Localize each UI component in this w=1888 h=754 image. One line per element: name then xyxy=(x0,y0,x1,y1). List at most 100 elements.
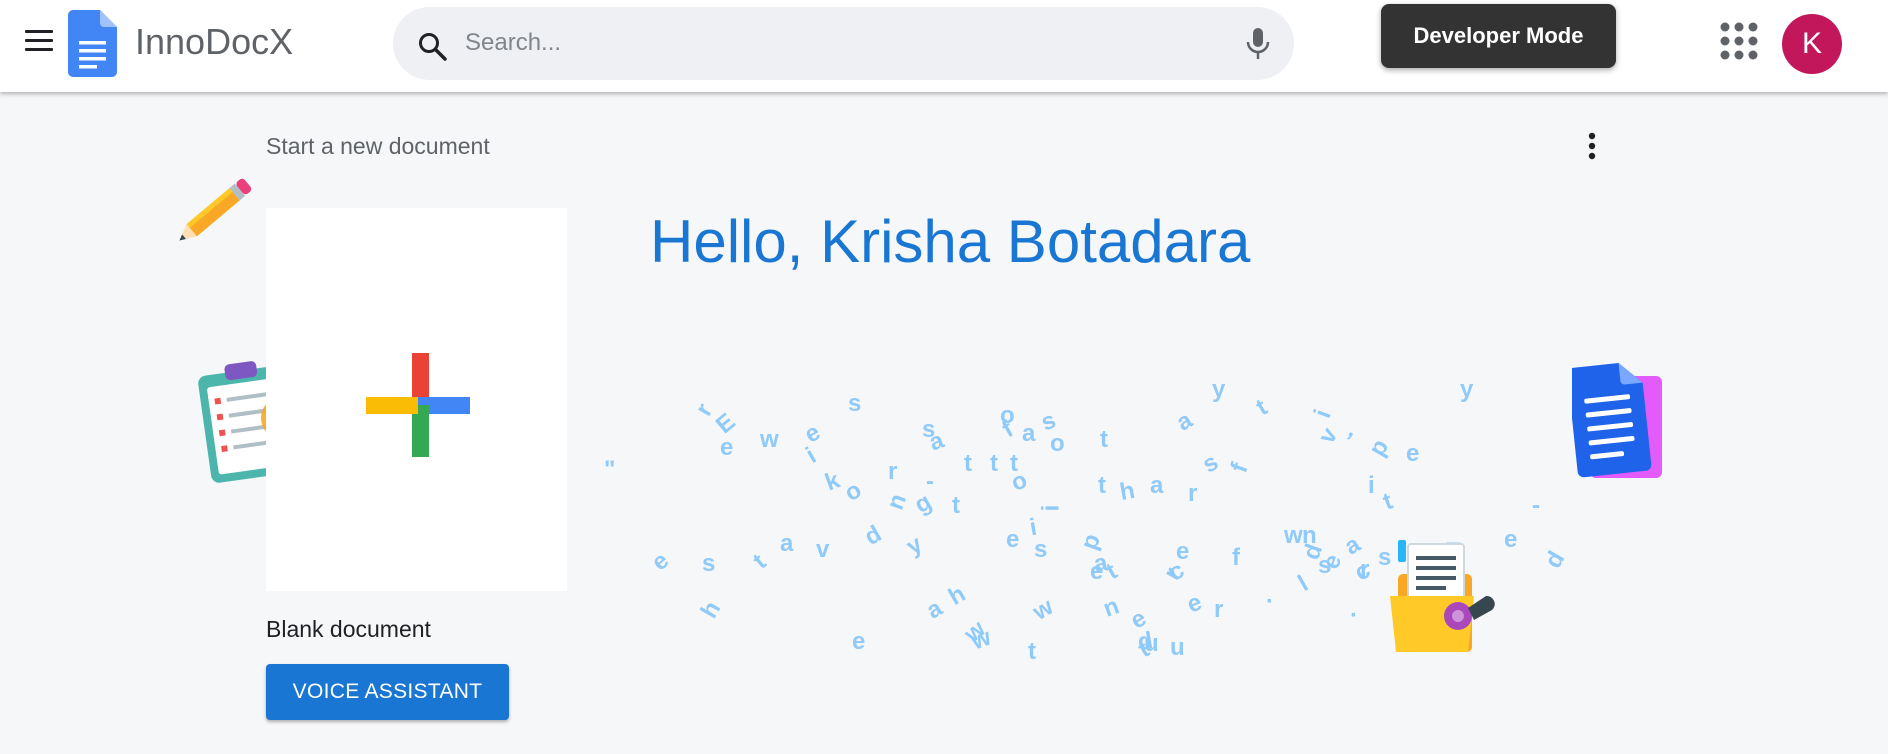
floating-letter: t xyxy=(1098,472,1106,499)
floating-letter: c xyxy=(1163,556,1189,587)
floating-letter: - xyxy=(926,468,934,495)
floating-letter: h xyxy=(943,580,971,611)
floating-letter: i xyxy=(1027,513,1039,542)
pencil-icon xyxy=(179,178,252,241)
floating-letter: e xyxy=(646,546,675,577)
floating-letter: g xyxy=(909,488,937,519)
blank-document-label: Blank document xyxy=(266,616,431,642)
top-app-bar: InnoDocX Developer Mode K xyxy=(0,0,1888,92)
floating-letter: h xyxy=(1117,476,1137,507)
floating-letter: a xyxy=(1022,420,1036,447)
floating-letter: h xyxy=(695,596,727,623)
folder-icon xyxy=(1390,540,1495,652)
voice-assistant-button[interactable]: VOICE ASSISTANT xyxy=(266,664,509,720)
floating-letter: c xyxy=(1349,556,1375,587)
floating-letter: t xyxy=(1010,450,1018,477)
floating-letter: e xyxy=(1317,550,1348,573)
floating-letter: a xyxy=(925,426,948,457)
floating-letter: w xyxy=(760,426,779,453)
search-bar[interactable] xyxy=(393,7,1294,80)
floating-letter: r xyxy=(888,458,898,485)
developer-mode-button[interactable]: Developer Mode xyxy=(1381,4,1616,68)
section-title: Start a new document xyxy=(266,133,490,159)
floating-letter: t xyxy=(1133,635,1154,664)
floating-letter: w xyxy=(959,615,991,648)
app-name: InnoDocX xyxy=(135,21,294,62)
floating-letter: a xyxy=(780,530,794,557)
floating-letter: s xyxy=(1034,536,1048,563)
floating-letter: e xyxy=(799,418,825,449)
floating-letter: a xyxy=(1150,472,1164,499)
floating-letter: d xyxy=(1539,546,1571,573)
floating-letter: s xyxy=(922,416,936,443)
search-input[interactable] xyxy=(465,23,1205,63)
floating-letter: s xyxy=(1037,406,1060,437)
floating-letter: t xyxy=(964,450,972,477)
floating-letter: l xyxy=(1293,570,1313,597)
floating-letter: r xyxy=(1188,480,1198,507)
floating-letter: w xyxy=(1028,593,1058,626)
floating-letter: y xyxy=(901,530,927,561)
floating-letter: t xyxy=(1028,638,1036,665)
floating-letter: w xyxy=(967,623,995,656)
floating-letter: a xyxy=(921,594,947,625)
greeting-heading: Hello, Krisha Botadara xyxy=(650,208,1251,275)
floating-letter: p xyxy=(1075,530,1107,554)
floating-letter: f xyxy=(1232,544,1240,571)
floating-letter: d xyxy=(1297,540,1329,564)
floating-letter: s xyxy=(848,390,862,417)
floating-letter: - xyxy=(1532,492,1540,519)
floating-letter: d xyxy=(1135,626,1155,657)
floating-letter: e xyxy=(720,434,734,461)
menu-icon[interactable] xyxy=(22,30,56,58)
floating-letter: i xyxy=(1309,406,1337,422)
floating-letter: E xyxy=(710,408,741,440)
floating-letter: e xyxy=(1176,538,1190,565)
floating-letter: t xyxy=(747,548,772,575)
floating-letter: s xyxy=(1318,552,1332,579)
floating-letter: r xyxy=(690,398,719,421)
floating-letter: s xyxy=(702,550,716,577)
floating-letter: y xyxy=(1460,376,1474,403)
floating-letter: e xyxy=(1504,526,1518,553)
floating-letter: o xyxy=(1050,430,1065,457)
floating-letter: i xyxy=(1037,504,1065,512)
floating-letter: r xyxy=(1214,596,1224,623)
floating-letter: o xyxy=(839,476,867,507)
search-icon[interactable] xyxy=(417,31,449,63)
floating-letter: e xyxy=(1406,440,1420,467)
floating-letter: r xyxy=(1158,562,1187,585)
docs-logo-icon[interactable] xyxy=(68,10,117,77)
avatar[interactable]: K xyxy=(1782,14,1842,74)
floating-letter: v xyxy=(816,536,830,563)
floating-letter: t xyxy=(1251,393,1272,422)
floating-letter: · xyxy=(1266,588,1274,615)
floating-letter: · xyxy=(1350,602,1358,629)
floating-letter: p xyxy=(1363,434,1395,461)
apps-grid-icon[interactable] xyxy=(1719,21,1759,61)
floating-letter: n xyxy=(1302,522,1317,549)
floating-letter: y xyxy=(1212,376,1226,403)
floating-letter: i xyxy=(1368,472,1375,499)
floating-letter: t xyxy=(952,492,960,519)
blank-document-card[interactable] xyxy=(266,208,567,591)
floating-letter: t xyxy=(1101,557,1122,586)
floating-letter: d xyxy=(859,520,887,551)
more-vert-icon[interactable] xyxy=(1584,130,1600,164)
plus-icon xyxy=(366,353,470,457)
floating-letter: e xyxy=(1125,604,1151,635)
floating-letter: r xyxy=(1360,556,1370,583)
floating-letter: e xyxy=(1183,588,1206,619)
floating-letter: e xyxy=(1090,558,1104,585)
floating-letter: f xyxy=(997,415,1018,444)
floating-letter: t xyxy=(1379,487,1397,516)
floating-letter: s xyxy=(1197,448,1223,479)
floating-letter: t xyxy=(1100,426,1108,453)
floating-letter: a xyxy=(1339,530,1365,561)
floating-letter: u xyxy=(1144,630,1159,657)
floating-letter: e xyxy=(852,628,866,655)
floating-letter: t xyxy=(990,450,998,477)
mic-icon[interactable] xyxy=(1245,27,1271,61)
floating-letter: i xyxy=(801,442,821,469)
floating-letter: n xyxy=(1099,592,1123,623)
